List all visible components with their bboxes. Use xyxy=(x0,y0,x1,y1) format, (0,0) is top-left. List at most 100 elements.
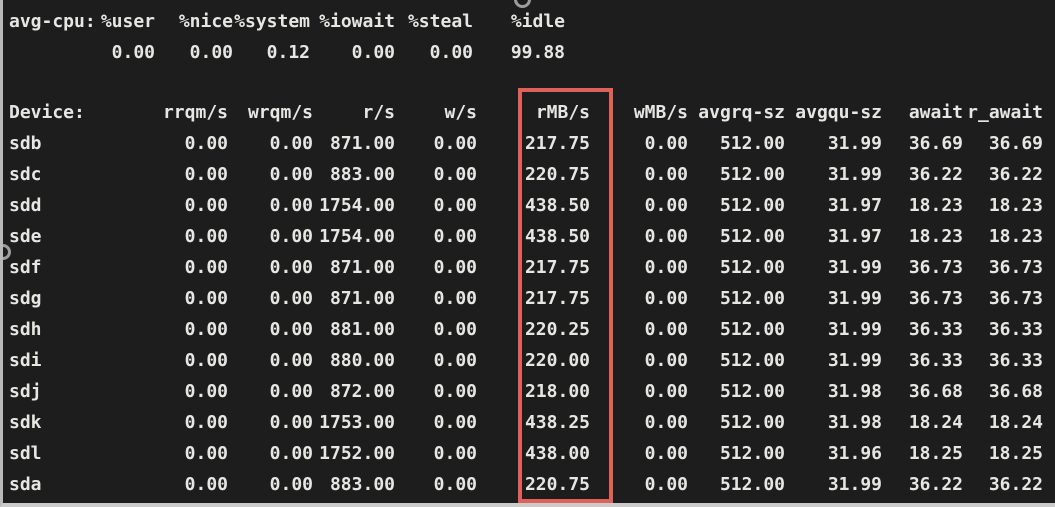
table-cell: 36.69 xyxy=(908,133,963,154)
table-cell: 31.99 xyxy=(827,474,882,495)
col-header-wrqm: wrqm/s xyxy=(247,102,313,123)
table-cell: 31.99 xyxy=(827,350,882,371)
device-name: sdg xyxy=(9,288,42,309)
table-cell: 0.00 xyxy=(644,474,688,495)
table-cell: 512.00 xyxy=(719,133,785,154)
device-name: sdf xyxy=(9,257,42,278)
table-cell: 0.00 xyxy=(184,226,228,247)
table-cell: 36.69 xyxy=(988,133,1043,154)
table-cell: 0.00 xyxy=(184,412,228,433)
table-row: sdg 0.00 0.00 871.00 0.00 217.75 0.00 512.00 31.… xyxy=(3,283,1055,314)
table-cell: 36.22 xyxy=(908,164,963,185)
table-cell: 0.00 xyxy=(644,288,688,309)
table-cell: 0.00 xyxy=(644,164,688,185)
table-cell: 36.22 xyxy=(988,474,1043,495)
table-cell: 0.00 xyxy=(269,195,313,216)
col-header-r-await: r_await xyxy=(967,102,1043,123)
table-cell: 0.00 xyxy=(644,381,688,402)
device-name: sda xyxy=(9,474,42,495)
table-cell: 36.68 xyxy=(908,381,963,402)
device-name: sdi xyxy=(9,350,42,371)
cpu-values-row: 0.00 0.00 0.12 0.00 0.00 99.88 xyxy=(3,37,1055,68)
table-cell: 0.00 xyxy=(433,350,477,371)
table-cell: 883.00 xyxy=(329,474,395,495)
col-header-avgrq-sz: avgrq-sz xyxy=(698,102,785,123)
cpu-value-idle: 99.88 xyxy=(510,42,565,63)
col-header-ws: w/s xyxy=(444,102,477,123)
table-cell: 31.97 xyxy=(827,226,882,247)
table-cell: 18.24 xyxy=(988,412,1043,433)
table-cell: 0.00 xyxy=(433,412,477,433)
table-cell: 0.00 xyxy=(269,288,313,309)
table-cell: 217.75 xyxy=(524,257,590,278)
table-cell: 31.99 xyxy=(827,288,882,309)
table-cell: 36.33 xyxy=(908,319,963,340)
table-cell: 0.00 xyxy=(644,412,688,433)
cpu-value-user: 0.00 xyxy=(111,42,155,63)
table-cell: 36.33 xyxy=(908,350,963,371)
table-cell: 0.00 xyxy=(644,443,688,464)
device-name: sdk xyxy=(9,412,42,433)
col-header-await: await xyxy=(908,102,963,123)
table-cell: 31.99 xyxy=(827,319,882,340)
table-cell: 438.50 xyxy=(524,226,590,247)
table-cell: 36.22 xyxy=(988,164,1043,185)
terminal-window[interactable]: avg-cpu: %user %nice %system %iowait %st… xyxy=(0,0,1055,507)
table-cell: 512.00 xyxy=(719,350,785,371)
table-row: sdj 0.00 0.00 872.00 0.00 218.00 0.00 512.00 31.… xyxy=(3,376,1055,407)
device-name: sdj xyxy=(9,381,42,402)
cpu-value-iowait: 0.00 xyxy=(351,42,395,63)
table-cell: 36.33 xyxy=(988,350,1043,371)
table-cell: 512.00 xyxy=(719,257,785,278)
table-cell: 512.00 xyxy=(719,474,785,495)
table-cell: 36.68 xyxy=(988,381,1043,402)
device-name: sdh xyxy=(9,319,42,340)
table-cell: 31.97 xyxy=(827,195,882,216)
table-cell: 438.25 xyxy=(524,412,590,433)
table-cell: 0.00 xyxy=(644,195,688,216)
table-cell: 0.00 xyxy=(433,288,477,309)
cpu-header-iowait: %iowait xyxy=(319,11,395,32)
device-name: sde xyxy=(9,226,42,247)
table-cell: 31.99 xyxy=(827,257,882,278)
cpu-header-nice: %nice xyxy=(178,11,233,32)
table-cell: 0.00 xyxy=(644,133,688,154)
table-row: sdi 0.00 0.00 880.00 0.00 220.00 0.00 512.00 31.… xyxy=(3,345,1055,376)
table-cell: 18.23 xyxy=(988,226,1043,247)
table-cell: 0.00 xyxy=(269,164,313,185)
table-cell: 880.00 xyxy=(329,350,395,371)
col-header-avgqu-sz: avgqu-sz xyxy=(795,102,882,123)
table-cell: 0.00 xyxy=(433,443,477,464)
cpu-value-system: 0.12 xyxy=(266,42,310,63)
table-row: sdl 0.00 0.00 1752.00 0.00 438.00 0.00 512.00 31… xyxy=(3,438,1055,469)
cpu-header-system: %system xyxy=(234,11,310,32)
table-cell: 31.99 xyxy=(827,133,882,154)
table-cell: 438.50 xyxy=(524,195,590,216)
table-cell: 0.00 xyxy=(269,133,313,154)
table-cell: 512.00 xyxy=(719,319,785,340)
table-cell: 36.73 xyxy=(908,288,963,309)
table-cell: 36.73 xyxy=(908,257,963,278)
col-header-rmbs: rMB/s xyxy=(535,102,590,123)
col-header-wmbs: wMB/s xyxy=(633,102,688,123)
table-cell: 0.00 xyxy=(184,164,228,185)
table-cell: 1752.00 xyxy=(319,443,395,464)
table-cell: 0.00 xyxy=(269,350,313,371)
cpu-section-label: avg-cpu: xyxy=(9,11,96,32)
table-cell: 220.25 xyxy=(524,319,590,340)
device-table-header-row: Device: rrqm/s wrqm/s r/s w/s rMB/s wMB/… xyxy=(3,97,1055,128)
cpu-value-steal: 0.00 xyxy=(429,42,473,63)
table-cell: 0.00 xyxy=(184,133,228,154)
table-cell: 36.22 xyxy=(908,474,963,495)
table-cell: 0.00 xyxy=(184,195,228,216)
table-cell: 18.24 xyxy=(908,412,963,433)
table-cell: 18.23 xyxy=(908,195,963,216)
table-cell: 220.75 xyxy=(524,164,590,185)
device-name: sdl xyxy=(9,443,42,464)
cpu-header-idle: %idle xyxy=(510,11,565,32)
table-cell: 881.00 xyxy=(329,319,395,340)
table-cell: 0.00 xyxy=(184,443,228,464)
table-row: sdf 0.00 0.00 871.00 0.00 217.75 0.00 512.00 31.… xyxy=(3,252,1055,283)
table-row: sdc 0.00 0.00 883.00 0.00 220.75 0.00 512.00 31.… xyxy=(3,159,1055,190)
cpu-value-nice: 0.00 xyxy=(189,42,233,63)
